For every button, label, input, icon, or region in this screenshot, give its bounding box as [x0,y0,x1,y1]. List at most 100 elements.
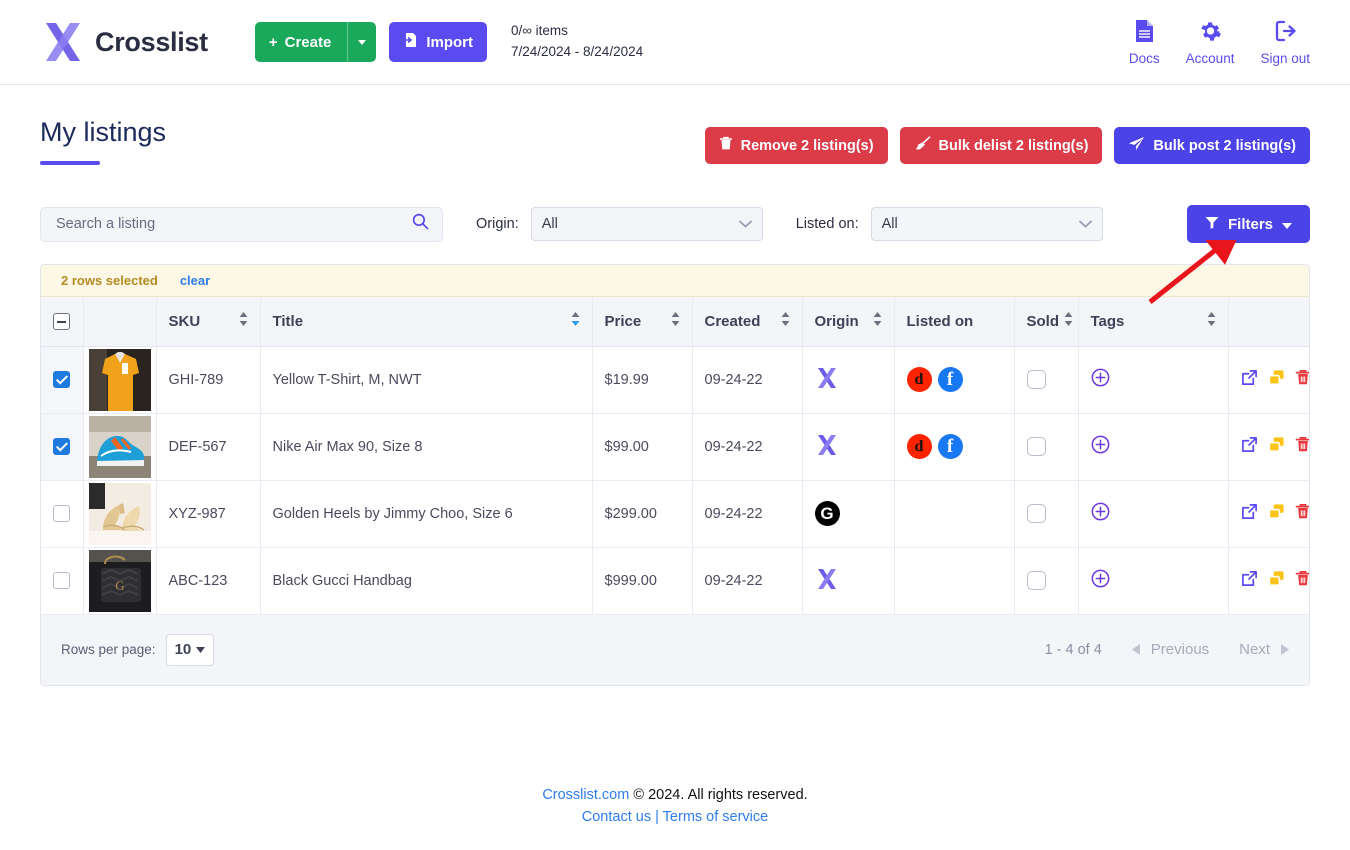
add-tag-icon[interactable] [1091,509,1110,525]
origin-filter-select[interactable]: All [531,207,763,241]
footer-terms-link[interactable]: Terms of service [663,809,769,825]
create-button[interactable]: + Create [255,22,376,62]
origin-filter-value: All [542,216,558,232]
row-thumbnail-cell [83,480,156,547]
select-all-checkbox[interactable] [53,313,70,330]
external-link-icon[interactable] [1241,503,1258,524]
listed-on-filter-select[interactable]: All [871,207,1103,241]
trash-icon[interactable] [1295,436,1311,457]
external-link-icon[interactable] [1241,570,1258,591]
brand-logo[interactable]: Crosslist [40,20,208,64]
column-header-tags[interactable]: Tags [1078,297,1228,346]
search-input[interactable] [54,215,412,233]
duplicate-icon[interactable] [1268,369,1285,390]
add-tag-icon[interactable] [1091,442,1110,458]
row-sold-cell[interactable] [1014,346,1078,413]
row-select-checkbox[interactable] [53,438,70,455]
sort-icon[interactable] [671,312,680,330]
search-listing-box[interactable] [40,207,443,242]
duplicate-icon[interactable] [1268,436,1285,457]
bulk-delist-button[interactable]: Bulk delist 2 listing(s) [900,127,1103,164]
trash-icon [719,136,733,155]
search-icon[interactable] [412,213,429,235]
sort-icon[interactable] [873,312,882,330]
row-sold-cell[interactable] [1014,480,1078,547]
origin-filter-label: Origin: [476,216,519,232]
row-select-cell[interactable] [41,346,83,413]
column-header-title[interactable]: Title [260,297,592,346]
page-title-block: My listings [40,117,166,165]
row-sold-cell[interactable] [1014,547,1078,614]
row-tags-cell[interactable] [1078,547,1228,614]
column-header-sold[interactable]: Sold [1014,297,1078,346]
external-link-icon[interactable] [1241,369,1258,390]
sort-icon[interactable] [1064,312,1073,330]
bulk-delist-label: Bulk delist 2 listing(s) [939,138,1089,154]
row-select-cell[interactable] [41,547,83,614]
row-price: $19.99 [592,346,692,413]
nav-item-account-label: Account [1186,51,1235,66]
create-dropdown-toggle[interactable] [347,22,376,62]
table-row[interactable]: XYZ-987 Golden Heels by Jimmy Choo, Size… [41,480,1310,547]
clear-selection-link[interactable]: clear [180,273,210,288]
import-button[interactable]: Import [389,22,487,62]
column-header-origin[interactable]: Origin [802,297,894,346]
footer-site-link[interactable]: Crosslist.com [542,787,629,803]
sort-icon[interactable] [781,312,790,330]
sort-icon-active[interactable] [571,312,580,330]
remove-listings-button[interactable]: Remove 2 listing(s) [705,127,888,164]
trash-icon[interactable] [1295,570,1311,591]
chevron-right-icon [1281,644,1289,655]
table-row[interactable]: DEF-567 Nike Air Max 90, Size 8 $99.00 0… [41,413,1310,480]
nav-item-docs[interactable]: Docs [1129,19,1160,66]
sort-icon[interactable] [1207,312,1216,330]
row-tags-cell[interactable] [1078,480,1228,547]
row-created: 09-24-22 [692,480,802,547]
page-title-row: My listings Remove 2 listing(s) [40,85,1310,165]
row-select-checkbox[interactable] [53,505,70,522]
add-tag-icon[interactable] [1091,375,1110,391]
column-header-created[interactable]: Created [692,297,802,346]
quota-items: 0/∞ items [511,21,643,42]
row-thumbnail-cell [83,413,156,480]
bulk-post-label: Bulk post 2 listing(s) [1153,138,1296,154]
row-sold-checkbox[interactable] [1027,437,1046,456]
previous-page-button[interactable]: Previous [1132,641,1209,658]
row-tags-cell[interactable] [1078,346,1228,413]
row-actions [1241,369,1308,390]
page-title-underline [40,161,100,165]
column-header-sku[interactable]: SKU [156,297,260,346]
row-sold-checkbox[interactable] [1027,370,1046,389]
header-nav: Docs Account Sign out [1129,19,1330,66]
footer-contact-link[interactable]: Contact us [582,809,651,825]
duplicate-icon[interactable] [1268,503,1285,524]
trash-icon[interactable] [1295,503,1311,524]
table-row[interactable]: G ABC-123 Black Gucci Handbag $999.00 09… [41,547,1310,614]
rows-per-page-select[interactable]: 10 [166,634,215,666]
row-select-cell[interactable] [41,413,83,480]
row-created: 09-24-22 [692,413,802,480]
row-sold-cell[interactable] [1014,413,1078,480]
table-row[interactable]: GHI-789 Yellow T-Shirt, M, NWT $19.99 09… [41,346,1310,413]
column-header-price[interactable]: Price [592,297,692,346]
row-select-cell[interactable] [41,480,83,547]
next-page-button[interactable]: Next [1239,641,1289,658]
nav-item-sign-out[interactable]: Sign out [1260,19,1310,66]
row-sold-checkbox[interactable] [1027,504,1046,523]
row-select-checkbox[interactable] [53,371,70,388]
trash-icon[interactable] [1295,369,1311,390]
select-all-header[interactable] [41,297,83,346]
chevron-down-icon [739,216,752,232]
row-sold-checkbox[interactable] [1027,571,1046,590]
row-tags-cell[interactable] [1078,413,1228,480]
sort-icon[interactable] [239,312,248,330]
row-origin [802,547,894,614]
row-select-checkbox[interactable] [53,572,70,589]
duplicate-icon[interactable] [1268,570,1285,591]
add-tag-icon[interactable] [1091,576,1110,592]
external-link-icon[interactable] [1241,436,1258,457]
nav-item-account[interactable]: Account [1186,19,1235,66]
import-button-label: Import [426,34,473,51]
bulk-post-button[interactable]: Bulk post 2 listing(s) [1114,127,1310,164]
filters-button[interactable]: Filters [1187,205,1310,243]
